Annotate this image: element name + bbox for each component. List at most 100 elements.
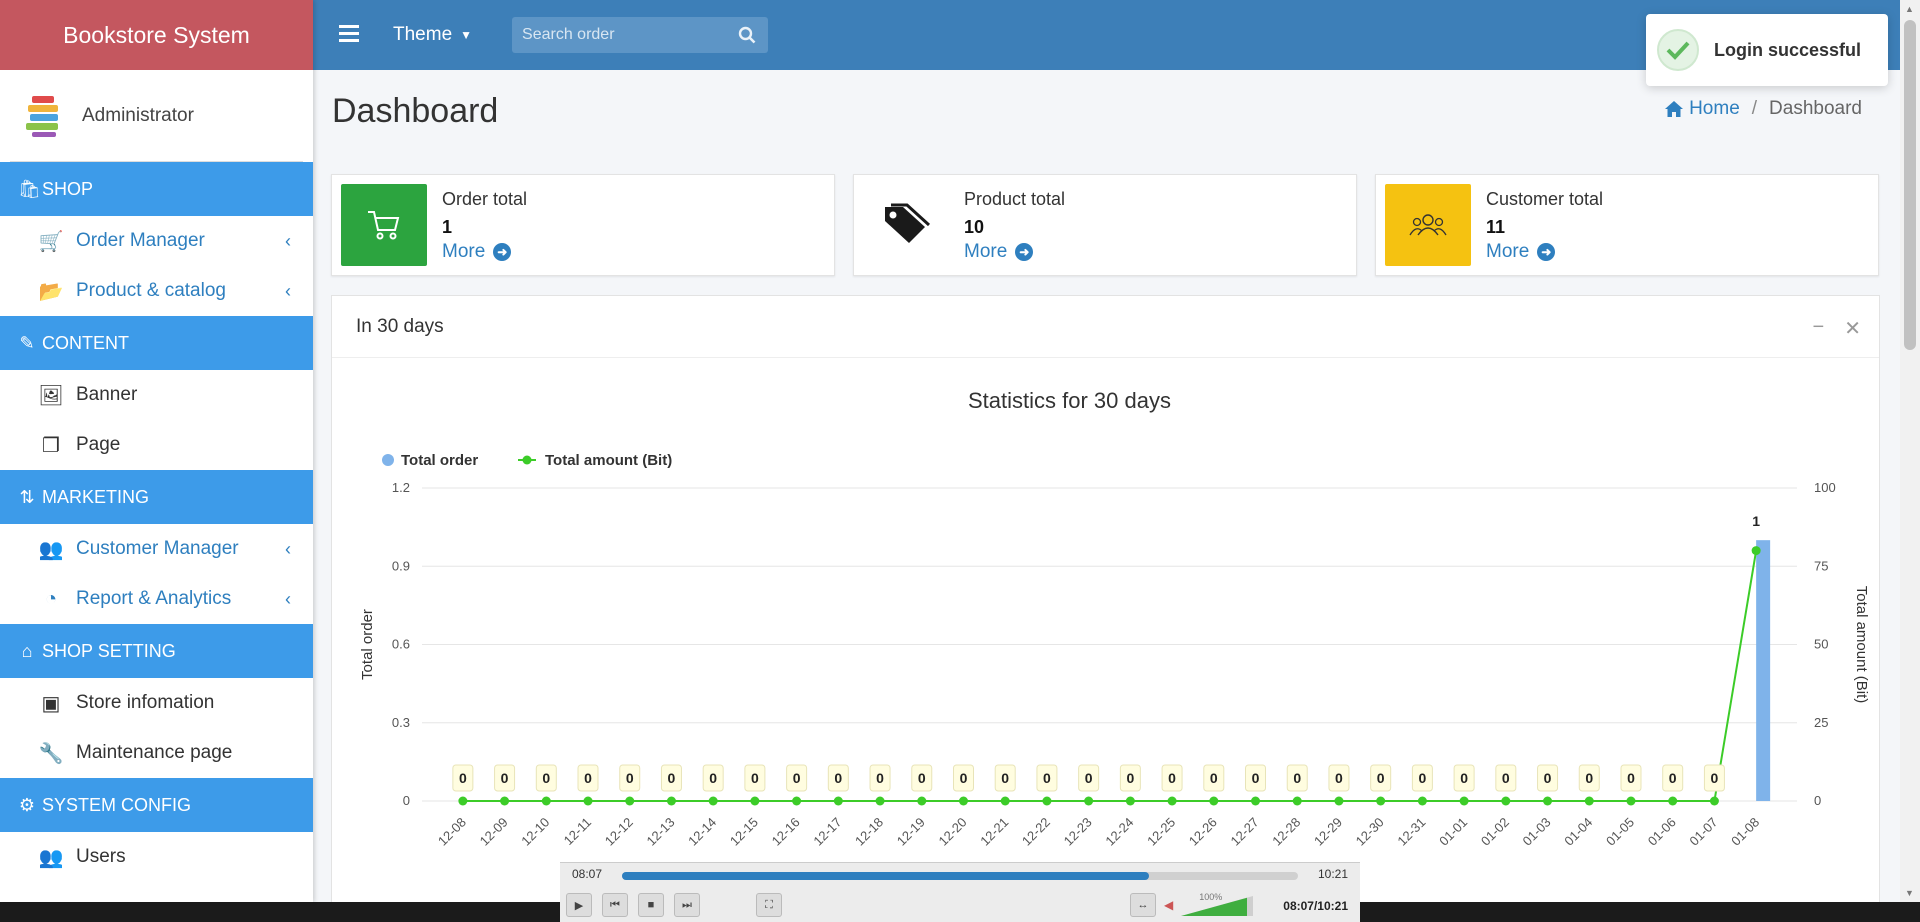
data-label: 0 [1293,770,1301,786]
cart-icon: 🛒 [38,230,64,253]
sidebar-item-customer-manager[interactable]: 👥 Customer Manager ‹ [0,524,313,574]
x-tick-label: 12-11 [561,815,594,848]
scroll-up-icon[interactable]: ▲ [1905,4,1914,14]
arrow-circle-right-icon: ➜ [1537,243,1556,261]
y-tick-right: 0 [1814,793,1821,808]
nav-header-label: MARKETING [42,486,150,507]
users-icon: 👥 [38,538,64,561]
line-point [917,796,927,806]
line-point [1584,796,1594,806]
info-box-products: Product total 10 More ➜ [853,174,1357,276]
arrow-circle-right-icon: ➜ [493,243,512,261]
info-box-orders: Order total 1 More ➜ [331,174,835,276]
legend-marker [522,455,532,465]
expand-icon[interactable]: ↔ [1130,893,1156,917]
data-label: 0 [1711,770,1719,786]
user-name: Administrator [82,104,194,126]
more-link[interactable]: More ➜ [964,241,1034,263]
info-box-value: 10 [964,217,985,237]
play-icon[interactable]: ▶ [566,893,592,917]
line-point [1251,796,1261,806]
more-link[interactable]: More ➜ [1486,241,1556,263]
sidebar-item-label: Page [76,434,121,455]
info-box-title: Product total [964,189,1066,209]
line-point [750,796,760,806]
sidebar-item-product-catalog[interactable]: 📂 Product & catalog ‹ [0,266,313,316]
image-icon: 🖼 [38,384,64,407]
x-tick-label: 12-22 [1019,815,1053,849]
next-icon[interactable]: ⏭ [674,893,700,917]
search-icon[interactable] [732,26,762,44]
data-label: 0 [709,770,717,786]
seek-bar[interactable] [622,872,1298,880]
user-panel[interactable]: Administrator [10,70,303,162]
nav-header-system-config: ⚙ SYSTEM CONFIG [0,778,313,832]
sidebar-item-label: Users [76,846,126,867]
avatar [26,94,66,138]
sidebar-item-page[interactable]: ❐ Page [0,420,313,470]
line-point [958,796,968,806]
line-point [1209,796,1219,806]
sidebar-item-users[interactable]: 👥 Users [0,832,313,882]
sidebar-item-report-analytics[interactable]: ◔ Report & Analytics ‹ [0,574,313,624]
legend-marker [382,454,394,466]
y-tick-right: 50 [1814,637,1828,652]
login-toast[interactable]: Login successful [1646,14,1888,86]
stop-icon[interactable]: ■ [638,893,664,917]
nav-header-content: ✎ CONTENT [0,316,313,370]
sidebar-item-order-manager[interactable]: 🛒 Order Manager ‹ [0,216,313,266]
data-label: 0 [584,770,592,786]
nav-header-shop-setting: ⌂ SHOP SETTING [0,624,313,678]
speaker-icon[interactable]: ◀ [1164,898,1173,912]
line-point [1668,796,1678,806]
cogs-icon: ⚙ [18,794,36,815]
users-icon [1385,184,1471,266]
data-label: 0 [1126,770,1134,786]
line-point [541,796,551,806]
data-label: 0 [1585,770,1593,786]
page-scrollbar[interactable]: ▲ ▼ [1900,0,1920,902]
volume-control: ↔ ◀ 100% [1130,892,1254,917]
data-label: 0 [1669,770,1677,786]
data-label: 0 [960,770,968,786]
theme-dropdown[interactable]: Theme ▼ [393,24,472,46]
home-icon [1665,101,1684,117]
breadcrumb-home-link[interactable]: Home [1664,98,1740,120]
line-point [1042,796,1052,806]
scroll-thumb[interactable] [1904,20,1916,350]
sidebar-item-banner[interactable]: 🖼 Banner [0,370,313,420]
card-tools: − ✕ [1813,316,1861,341]
x-tick-label: 12-20 [935,815,969,849]
brand-logo[interactable]: Bookstore System [0,0,313,70]
scroll-down-icon[interactable]: ▼ [1905,888,1914,898]
pie-chart-icon: ◔ [44,587,58,610]
folder-open-icon: 📂 [38,280,64,303]
menu-toggle-icon[interactable] [339,21,363,49]
sidebar-item-label: Maintenance page [76,742,233,763]
sidebar-item-maintenance-page[interactable]: 🔧 Maintenance page [0,728,313,778]
line-point [666,796,676,806]
y-axis-label-right: Total amount (Bit) [1853,586,1870,704]
users-icon: 👥 [38,846,64,869]
media-player-bar: 08:07 10:21 ▶ ⏮ ■ ⏭ ⛶ ↔ ◀ 100% 08:07/10:… [560,862,1360,922]
data-label: 0 [501,770,509,786]
more-link[interactable]: More ➜ [442,241,512,263]
line-point [875,796,885,806]
volume-slider[interactable]: 100% [1181,892,1254,916]
line-point [1543,796,1553,806]
sidebar-item-store-infomation[interactable]: ▣ Store infomation [0,678,313,728]
nav-header-label: SYSTEM CONFIG [42,794,192,815]
collapse-icon[interactable]: − [1813,316,1825,341]
fullscreen-icon[interactable]: ⛶ [756,893,782,917]
card-header: In 30 days − ✕ [332,296,1879,358]
line-point [1751,546,1761,556]
previous-icon[interactable]: ⏮ [602,893,628,917]
cart-icon [341,184,427,266]
close-icon[interactable]: ✕ [1844,316,1861,341]
search-box [512,17,769,53]
y-tick-right: 100 [1814,480,1836,495]
x-tick-label: 12-15 [727,815,761,849]
line-point [1709,796,1719,806]
search-input[interactable] [522,26,733,44]
line-point [1376,796,1386,806]
